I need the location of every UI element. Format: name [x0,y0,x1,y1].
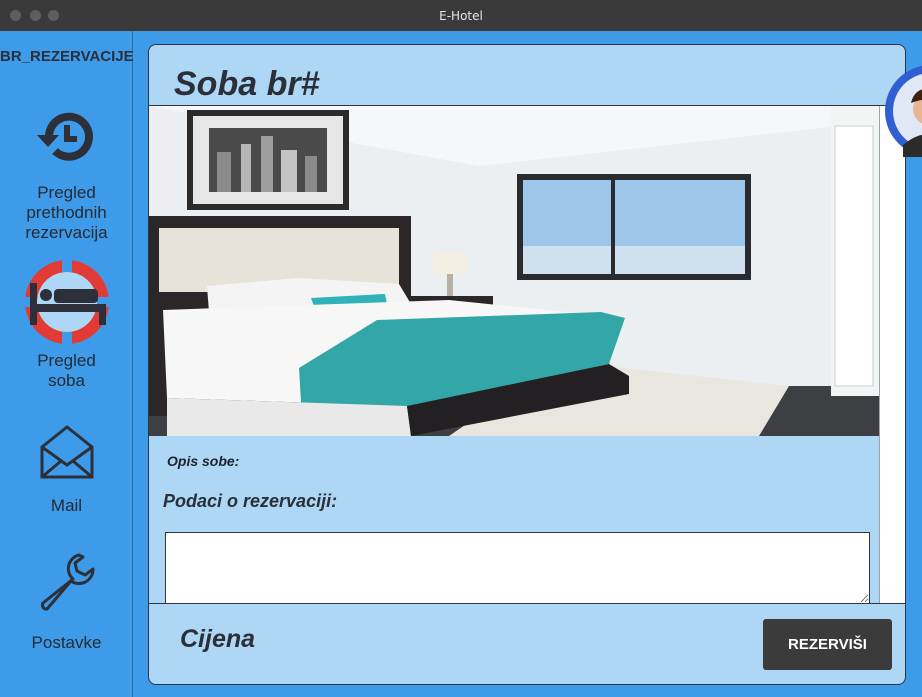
sidebar-item-previous-reservations[interactable]: Pregled prethodnih rezervacija [0,105,133,243]
reserve-button[interactable]: REZERVIŠI [763,619,892,670]
window-titlebar: E-Hotel [0,0,922,31]
wrench-icon [40,553,95,611]
room-description-label: Opis sobe: [167,453,240,469]
nav-label: Pregled [37,183,96,202]
room-photo [149,106,879,436]
divider [149,603,905,604]
room-scroll-area[interactable]: Opis sobe: Podaci o rezervaciji: [149,106,879,603]
reservation-id-label: BR_REZERVACIJE [0,48,134,65]
nav-label: Postavke [31,633,102,652]
sidebar: BR_REZERVACIJE Pregled prethodnih rezerv… [0,31,134,697]
price-label: Cijena [180,625,256,653]
bed-icon [21,257,112,347]
nav-label: prethodnih [26,203,107,222]
sidebar-item-settings[interactable]: Postavke [0,549,133,653]
scrollbar[interactable] [879,106,905,603]
nav-label: rezervacija [25,223,108,242]
reservation-data-label: Podaci o rezervaciji: [163,491,338,511]
sidebar-item-rooms[interactable]: Pregled soba [0,257,133,391]
sidebar-item-mail[interactable]: Mail [0,423,133,516]
reservation-data-textarea[interactable] [165,532,870,603]
room-title: Soba br# [174,65,320,103]
nav-label: soba [48,371,85,390]
room-details-panel: Soba br# Opis sobe: Podaci o rezervaciji… [148,44,906,685]
envelope-icon [40,425,93,479]
nav-label: Pregled [37,351,96,370]
window-title: E-Hotel [439,9,483,23]
history-icon [36,112,93,161]
avatar[interactable] [885,65,922,157]
nav-label: Mail [50,496,83,515]
